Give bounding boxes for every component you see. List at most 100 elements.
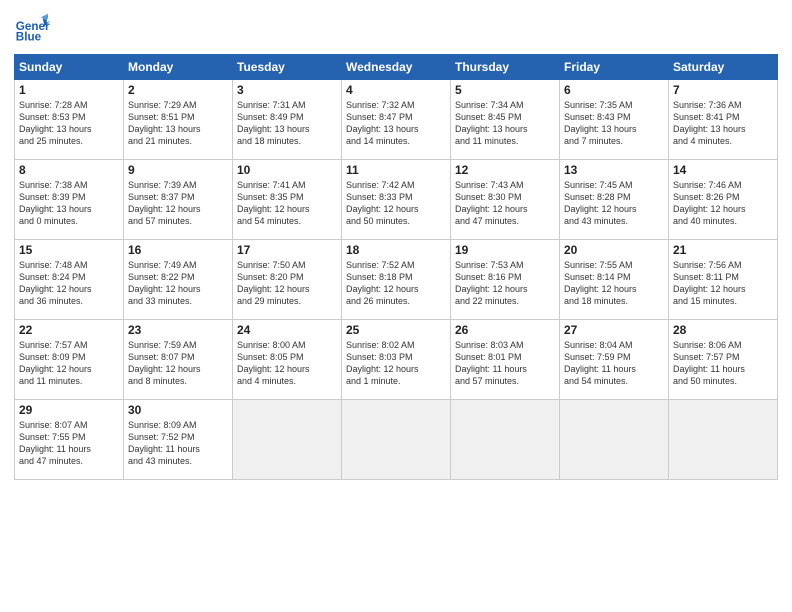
day-number: 22	[19, 323, 119, 337]
col-header-friday: Friday	[560, 55, 669, 80]
day-cell-23: 23 Sunrise: 7:59 AM Sunset: 8:07 PM Dayli…	[124, 320, 233, 400]
col-header-saturday: Saturday	[669, 55, 778, 80]
day-info: Sunrise: 7:57 AM Sunset: 8:09 PM Dayligh…	[19, 339, 119, 388]
day-info: Sunrise: 7:28 AM Sunset: 8:53 PM Dayligh…	[19, 99, 119, 148]
day-number: 12	[455, 163, 555, 177]
day-number: 20	[564, 243, 664, 257]
day-info: Sunrise: 7:38 AM Sunset: 8:39 PM Dayligh…	[19, 179, 119, 228]
day-number: 8	[19, 163, 119, 177]
day-cell-3: 3 Sunrise: 7:31 AM Sunset: 8:49 PM Daylig…	[233, 80, 342, 160]
day-cell-17: 17 Sunrise: 7:50 AM Sunset: 8:20 PM Dayli…	[233, 240, 342, 320]
day-info: Sunrise: 7:42 AM Sunset: 8:33 PM Dayligh…	[346, 179, 446, 228]
day-cell-13: 13Sunrise: 7:45 AM Sunset: 8:28 PM Dayli…	[560, 160, 669, 240]
empty-cell	[233, 400, 342, 480]
day-number: 19	[455, 243, 555, 257]
day-info: Sunrise: 8:02 AM Sunset: 8:03 PM Dayligh…	[346, 339, 446, 388]
svg-text:Blue: Blue	[16, 31, 42, 44]
empty-cell	[342, 400, 451, 480]
week-row-2: 8 Sunrise: 7:38 AM Sunset: 8:39 PM Daylig…	[15, 160, 778, 240]
day-cell-24: 24 Sunrise: 8:00 AM Sunset: 8:05 PM Dayli…	[233, 320, 342, 400]
week-row-3: 15 Sunrise: 7:48 AM Sunset: 8:24 PM Dayli…	[15, 240, 778, 320]
day-number: 10	[237, 163, 337, 177]
day-info: Sunrise: 8:09 AM Sunset: 7:52 PM Dayligh…	[128, 419, 228, 468]
day-info: Sunrise: 7:31 AM Sunset: 8:49 PM Dayligh…	[237, 99, 337, 148]
day-cell-30: 30 Sunrise: 8:09 AM Sunset: 7:52 PM Dayli…	[124, 400, 233, 480]
day-cell-12: 12 Sunrise: 7:43 AM Sunset: 8:30 PM Dayli…	[451, 160, 560, 240]
calendar-table: SundayMondayTuesdayWednesdayThursdayFrid…	[14, 54, 778, 480]
day-cell-16: 16 Sunrise: 7:49 AM Sunset: 8:22 PM Dayli…	[124, 240, 233, 320]
day-info: Sunrise: 7:59 AM Sunset: 8:07 PM Dayligh…	[128, 339, 228, 388]
day-cell-29: 29Sunrise: 8:07 AM Sunset: 7:55 PM Dayli…	[15, 400, 124, 480]
day-info: Sunrise: 7:32 AM Sunset: 8:47 PM Dayligh…	[346, 99, 446, 148]
day-info: Sunrise: 7:43 AM Sunset: 8:30 PM Dayligh…	[455, 179, 555, 228]
day-number: 17	[237, 243, 337, 257]
week-row-5: 29Sunrise: 8:07 AM Sunset: 7:55 PM Dayli…	[15, 400, 778, 480]
day-cell-22: 22 Sunrise: 7:57 AM Sunset: 8:09 PM Dayli…	[15, 320, 124, 400]
day-cell-4: 4 Sunrise: 7:32 AM Sunset: 8:47 PM Daylig…	[342, 80, 451, 160]
page: General Blue SundayMondayTuesdayWednesda…	[0, 0, 792, 612]
day-cell-26: 26Sunrise: 8:03 AM Sunset: 8:01 PM Dayli…	[451, 320, 560, 400]
day-cell-7: 7 Sunrise: 7:36 AM Sunset: 8:41 PM Daylig…	[669, 80, 778, 160]
day-number: 30	[128, 403, 228, 417]
day-info: Sunrise: 8:06 AM Sunset: 7:57 PM Dayligh…	[673, 339, 773, 388]
day-number: 14	[673, 163, 773, 177]
day-info: Sunrise: 7:41 AM Sunset: 8:35 PM Dayligh…	[237, 179, 337, 228]
day-info: Sunrise: 7:55 AM Sunset: 8:14 PM Dayligh…	[564, 259, 664, 308]
day-info: Sunrise: 7:53 AM Sunset: 8:16 PM Dayligh…	[455, 259, 555, 308]
day-cell-11: 11 Sunrise: 7:42 AM Sunset: 8:33 PM Dayli…	[342, 160, 451, 240]
week-row-1: 1Sunrise: 7:28 AM Sunset: 8:53 PM Daylig…	[15, 80, 778, 160]
day-cell-15: 15 Sunrise: 7:48 AM Sunset: 8:24 PM Dayli…	[15, 240, 124, 320]
day-number: 11	[346, 163, 446, 177]
day-cell-8: 8 Sunrise: 7:38 AM Sunset: 8:39 PM Daylig…	[15, 160, 124, 240]
day-info: Sunrise: 7:36 AM Sunset: 8:41 PM Dayligh…	[673, 99, 773, 148]
day-cell-25: 25 Sunrise: 8:02 AM Sunset: 8:03 PM Dayli…	[342, 320, 451, 400]
day-number: 18	[346, 243, 446, 257]
day-cell-2: 2 Sunrise: 7:29 AM Sunset: 8:51 PM Daylig…	[124, 80, 233, 160]
day-number: 9	[128, 163, 228, 177]
day-info: Sunrise: 7:46 AM Sunset: 8:26 PM Dayligh…	[673, 179, 773, 228]
day-info: Sunrise: 7:52 AM Sunset: 8:18 PM Dayligh…	[346, 259, 446, 308]
day-number: 29	[19, 403, 119, 417]
day-info: Sunrise: 7:29 AM Sunset: 8:51 PM Dayligh…	[128, 99, 228, 148]
day-info: Sunrise: 8:04 AM Sunset: 7:59 PM Dayligh…	[564, 339, 664, 388]
day-info: Sunrise: 8:00 AM Sunset: 8:05 PM Dayligh…	[237, 339, 337, 388]
day-cell-6: 6Sunrise: 7:35 AM Sunset: 8:43 PM Daylig…	[560, 80, 669, 160]
day-number: 27	[564, 323, 664, 337]
col-header-tuesday: Tuesday	[233, 55, 342, 80]
day-number: 4	[346, 83, 446, 97]
col-header-monday: Monday	[124, 55, 233, 80]
day-info: Sunrise: 7:56 AM Sunset: 8:11 PM Dayligh…	[673, 259, 773, 308]
day-info: Sunrise: 7:45 AM Sunset: 8:28 PM Dayligh…	[564, 179, 664, 228]
day-number: 15	[19, 243, 119, 257]
day-number: 24	[237, 323, 337, 337]
day-cell-10: 10 Sunrise: 7:41 AM Sunset: 8:35 PM Dayli…	[233, 160, 342, 240]
day-number: 2	[128, 83, 228, 97]
day-cell-9: 9 Sunrise: 7:39 AM Sunset: 8:37 PM Daylig…	[124, 160, 233, 240]
day-info: Sunrise: 7:49 AM Sunset: 8:22 PM Dayligh…	[128, 259, 228, 308]
day-cell-21: 21Sunrise: 7:56 AM Sunset: 8:11 PM Dayli…	[669, 240, 778, 320]
day-number: 16	[128, 243, 228, 257]
col-header-sunday: Sunday	[15, 55, 124, 80]
day-info: Sunrise: 7:48 AM Sunset: 8:24 PM Dayligh…	[19, 259, 119, 308]
day-number: 25	[346, 323, 446, 337]
day-info: Sunrise: 7:34 AM Sunset: 8:45 PM Dayligh…	[455, 99, 555, 148]
header: General Blue	[14, 10, 778, 46]
header-row: SundayMondayTuesdayWednesdayThursdayFrid…	[15, 55, 778, 80]
day-number: 23	[128, 323, 228, 337]
day-number: 26	[455, 323, 555, 337]
day-info: Sunrise: 7:39 AM Sunset: 8:37 PM Dayligh…	[128, 179, 228, 228]
day-number: 28	[673, 323, 773, 337]
day-cell-20: 20 Sunrise: 7:55 AM Sunset: 8:14 PM Dayli…	[560, 240, 669, 320]
logo-icon: General Blue	[14, 10, 50, 46]
day-cell-14: 14 Sunrise: 7:46 AM Sunset: 8:26 PM Dayli…	[669, 160, 778, 240]
day-cell-5: 5 Sunrise: 7:34 AM Sunset: 8:45 PM Daylig…	[451, 80, 560, 160]
day-number: 7	[673, 83, 773, 97]
empty-cell	[451, 400, 560, 480]
day-number: 3	[237, 83, 337, 97]
day-info: Sunrise: 7:50 AM Sunset: 8:20 PM Dayligh…	[237, 259, 337, 308]
day-number: 5	[455, 83, 555, 97]
day-number: 6	[564, 83, 664, 97]
col-header-thursday: Thursday	[451, 55, 560, 80]
empty-cell	[560, 400, 669, 480]
week-row-4: 22 Sunrise: 7:57 AM Sunset: 8:09 PM Dayli…	[15, 320, 778, 400]
